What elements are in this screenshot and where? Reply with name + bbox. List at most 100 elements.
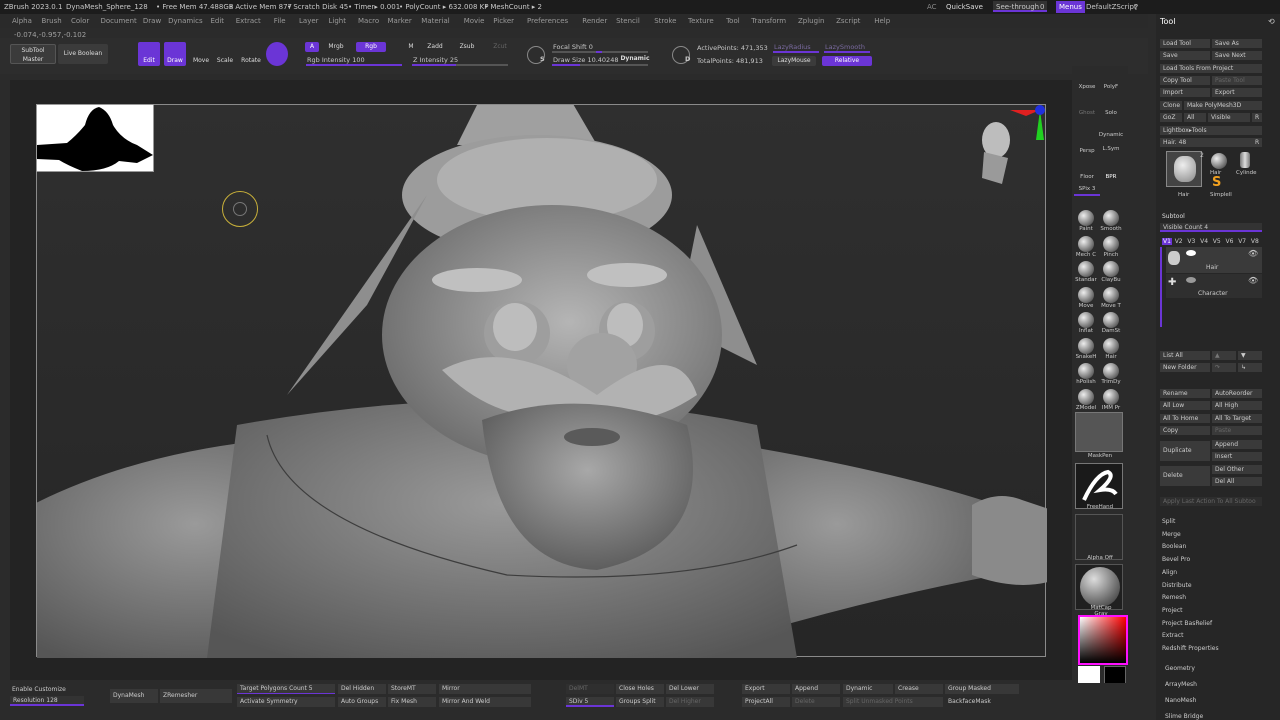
menu-document[interactable]: Document <box>101 17 137 25</box>
subtool-section-title[interactable]: Subtool <box>1162 213 1185 220</box>
maskpen-thumb[interactable] <box>1075 412 1123 452</box>
version-tab[interactable]: V2 <box>1175 238 1183 245</box>
rgb-intensity-slider[interactable]: Rgb Intensity 100 <box>307 56 365 64</box>
tool-thumb-hair-main[interactable] <box>1166 151 1202 187</box>
copy-tool-button[interactable]: Copy Tool <box>1160 76 1210 85</box>
menu-material[interactable]: Material <box>421 17 449 25</box>
silhouette-thumbnail[interactable] <box>36 104 154 172</box>
refresh-icon[interactable]: ⟲ <box>1268 17 1275 26</box>
autoreorder-button[interactable]: AutoReorder <box>1212 389 1262 398</box>
fix-mesh-button[interactable]: Fix Mesh <box>388 697 436 707</box>
zcut-button[interactable]: Zcut <box>488 42 512 52</box>
lazy-smooth-track[interactable] <box>824 51 870 53</box>
make-polymesh-button[interactable]: Make PolyMesh3D <box>1184 101 1262 110</box>
version-tab[interactable]: V8 <box>1251 238 1259 245</box>
zsub-button[interactable]: Zsub <box>454 42 480 52</box>
menu-zscript[interactable]: Zscript <box>836 17 860 25</box>
insert-button[interactable]: Insert <box>1212 452 1262 461</box>
a-toggle[interactable]: A <box>305 42 319 52</box>
paste-tool-button[interactable]: Paste Tool <box>1212 76 1262 85</box>
export-button[interactable]: Export <box>1212 88 1262 97</box>
edit-button[interactable]: Edit <box>138 42 160 66</box>
groups-split-button[interactable]: Groups Split <box>616 697 664 707</box>
split-unmasked-button[interactable]: Split Unmasked Points <box>843 697 943 707</box>
brush-inflat-icon[interactable] <box>1078 312 1094 328</box>
current-tool-slider[interactable]: Hair. 48 <box>1160 138 1252 147</box>
menu-stencil[interactable]: Stencil <box>616 17 640 25</box>
lazy-smooth-slider[interactable]: LazySmooth <box>825 43 865 51</box>
menu-dynamics[interactable]: Dynamics <box>168 17 203 25</box>
brush-move-icon[interactable] <box>1078 286 1094 303</box>
section-split[interactable]: Split <box>1162 518 1175 525</box>
lazy-radius-track[interactable] <box>773 51 819 53</box>
polyf-button[interactable]: PolyF <box>1097 70 1125 90</box>
menu-tool[interactable]: Tool <box>726 17 740 25</box>
all-to-home-button[interactable]: All To Home <box>1160 414 1210 423</box>
all-high-button[interactable]: All High <box>1212 401 1262 410</box>
storemt-button[interactable]: StoreMT <box>388 684 436 694</box>
zremesher-button[interactable]: ZRemesher <box>160 689 232 703</box>
eye-icon[interactable]: 👁 <box>1248 249 1258 258</box>
crease-button[interactable]: Crease <box>895 684 943 694</box>
dynamesh-button[interactable]: DynaMesh <box>110 689 158 703</box>
rgb-button[interactable]: Rgb <box>356 42 386 52</box>
section-slime-bridge[interactable]: Slime Bridge <box>1165 713 1203 720</box>
freehand-thumb[interactable] <box>1075 463 1123 509</box>
section-boolean[interactable]: Boolean <box>1162 543 1186 550</box>
color-picker[interactable] <box>1078 615 1128 665</box>
version-tab[interactable]: V4 <box>1200 238 1208 245</box>
clone-button[interactable]: Clone <box>1160 101 1182 110</box>
list-all-button[interactable]: List All <box>1160 351 1210 360</box>
zadd-button[interactable]: Zadd <box>422 42 448 52</box>
menu-picker[interactable]: Picker <box>493 17 514 25</box>
export-mesh-button[interactable]: Export <box>742 684 790 694</box>
scale-button[interactable]: Scale <box>214 42 236 66</box>
brush-mech-c-icon[interactable] <box>1078 235 1094 252</box>
matcap-thumb[interactable] <box>1075 564 1123 610</box>
tool-thumb-cylinder[interactable] <box>1236 152 1254 170</box>
menu-stroke[interactable]: Stroke <box>654 17 676 25</box>
draw-size-slider[interactable]: Draw Size 10.40248 <box>553 56 618 64</box>
mirror-button[interactable]: Mirror <box>439 684 531 694</box>
section-remesh[interactable]: Remesh <box>1162 594 1186 601</box>
del-higher-button[interactable]: Del Higher <box>666 697 714 707</box>
section-project[interactable]: Project <box>1162 607 1183 614</box>
quicksave-button[interactable]: QuickSave <box>946 3 983 11</box>
save-as-button[interactable]: Save As <box>1212 39 1262 48</box>
eye-icon[interactable]: 👁 <box>1248 276 1258 285</box>
del-hidden-button[interactable]: Del Hidden <box>338 684 386 694</box>
menu-brush[interactable]: Brush <box>42 17 62 25</box>
mirror-and-weld-button[interactable]: Mirror And Weld <box>439 697 531 707</box>
solo-button[interactable]: Solo <box>1097 96 1125 116</box>
del-lower-button[interactable]: Del Lower <box>666 684 714 694</box>
menu-extract[interactable]: Extract <box>236 17 261 25</box>
menu-color[interactable]: Color <box>71 17 89 25</box>
dynamic-toggle[interactable]: Dynamic <box>1097 132 1125 138</box>
new-folder-button[interactable]: New Folder <box>1160 363 1210 372</box>
tool-thumb-hair[interactable] <box>1210 152 1228 170</box>
apply-last-action-button[interactable]: Apply Last Action To All Subtoo <box>1160 497 1262 506</box>
brush-standar-icon[interactable] <box>1078 261 1094 277</box>
auto-groups-button[interactable]: Auto Groups <box>338 697 386 707</box>
section-merge[interactable]: Merge <box>1162 531 1181 538</box>
goz-r-button[interactable]: R <box>1252 113 1262 122</box>
activate-symmetry-button[interactable]: Activate Symmetry <box>237 697 335 707</box>
all-low-button[interactable]: All Low <box>1160 401 1210 410</box>
brush-zmodel-icon[interactable] <box>1078 388 1094 405</box>
save-button[interactable]: Save <box>1160 51 1210 60</box>
section-bevel-pro[interactable]: Bevel Pro <box>1162 556 1190 563</box>
section-nanomesh[interactable]: NanoMesh <box>1165 697 1196 704</box>
menu-texture[interactable]: Texture <box>688 17 714 25</box>
subtool-row-character[interactable]: ✚ 👁 Character <box>1166 274 1262 298</box>
move-up-icon[interactable]: ▲ <box>1212 351 1236 360</box>
relative-button[interactable]: Relative <box>822 56 872 66</box>
rotate-button[interactable]: Rotate <box>240 42 262 66</box>
lazymouse-button[interactable]: LazyMouse <box>772 56 816 66</box>
z-intensity-slider[interactable]: Z Intensity 25 <box>413 56 458 64</box>
m-button[interactable]: M <box>404 42 418 52</box>
section-extract[interactable]: Extract <box>1162 632 1184 639</box>
section-geometry[interactable]: Geometry <box>1165 665 1195 672</box>
section-project-basrelief[interactable]: Project BasRelief <box>1162 620 1212 627</box>
bpr-button[interactable]: BPR <box>1097 162 1125 182</box>
save-next-button[interactable]: Save Next <box>1212 51 1262 60</box>
